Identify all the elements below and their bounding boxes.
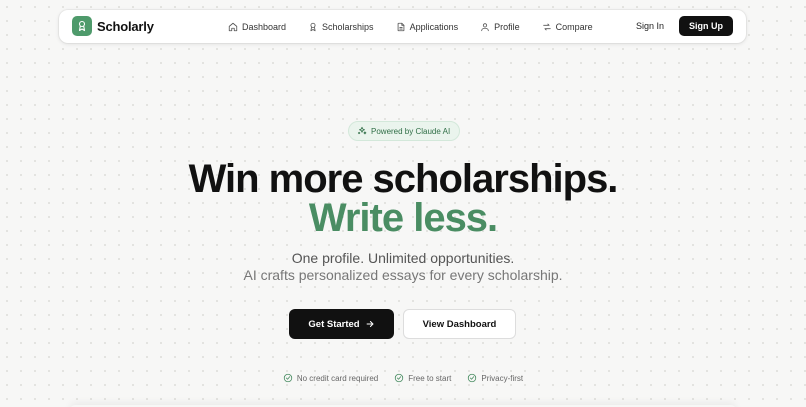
user-icon [481,22,489,31]
nav-item-label: Dashboard [242,21,287,32]
hero-subtitle-line1: One profile. Unlimited opportunities. [291,250,515,266]
check-circle-icon [283,373,293,383]
home-icon [228,22,238,31]
nav-item-applications[interactable]: Applications [396,21,459,32]
powered-by-badge: Powered by Claude AI [348,121,461,141]
nav-item-scholarships[interactable]: Scholarships [308,22,374,32]
brand[interactable]: Scholarly [72,16,154,36]
hero-title-line1: Win more scholarships. [188,157,619,201]
nav-item-label: Applications [409,21,459,32]
get-started-label: Get Started [308,318,360,330]
nav-item-profile[interactable]: Profile [480,22,520,32]
brand-name: Scholarly [97,18,154,34]
top-navbar: Scholarly Dashboard Scholarships Applica… [59,10,746,43]
sparkles-icon [357,126,367,135]
sign-up-button[interactable]: Sign Up [679,16,733,36]
compare-arrows-icon [542,23,551,30]
feature-label: Privacy-first [481,373,524,383]
feature-item: Privacy-first [467,373,523,383]
arrow-right-icon [366,321,374,327]
view-dashboard-button[interactable]: View Dashboard [403,309,516,339]
nav-item-compare[interactable]: Compare [542,22,593,32]
hero-subtitle-line2: AI crafts personalized essays for every … [243,267,563,283]
hero-title-line2: Write less. [308,196,498,240]
nav-links: Dashboard Scholarships Applications Prof… [228,10,615,43]
feature-label: Free to start [408,373,452,383]
check-circle-icon [395,373,404,383]
feature-item: No credit card required [283,373,378,383]
file-text-icon [397,22,404,31]
get-started-button[interactable]: Get Started [289,309,394,339]
auth-actions: Sign In Sign Up [636,16,733,36]
badge-label: Powered by Claude AI [371,126,451,136]
award-icon [72,16,92,36]
feature-list: No credit card required Free to start Pr… [0,373,806,383]
nav-item-label: Compare [555,21,593,32]
check-circle-icon [468,373,477,383]
nav-item-dashboard[interactable]: Dashboard [228,22,286,32]
sign-in-link[interactable]: Sign In [636,21,664,31]
feature-label: No credit card required [296,373,379,383]
nav-item-label: Profile [494,21,520,32]
award-icon [310,22,316,31]
nav-item-label: Scholarships [322,21,374,32]
feature-item: Free to start [394,373,451,383]
